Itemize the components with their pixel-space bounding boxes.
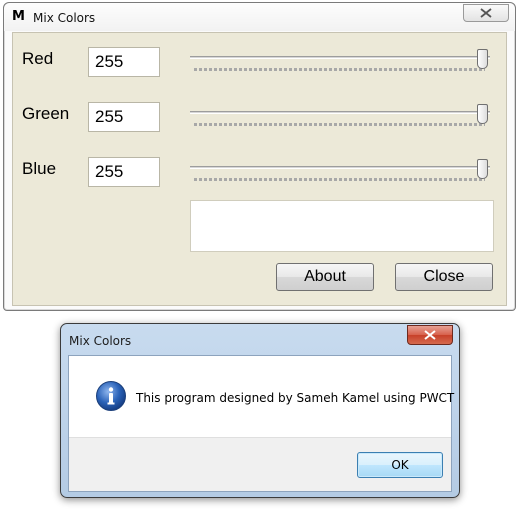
- message-box-body: This program designed by Sameh Kamel usi…: [68, 355, 455, 492]
- green-slider-ticks: [194, 123, 485, 126]
- client-area: Red 255 Green 255 Blue 255 About Close: [12, 32, 507, 306]
- red-slider-thumb[interactable]: [477, 49, 488, 69]
- blue-slider-ticks: [194, 178, 485, 181]
- red-value-field[interactable]: 255: [88, 47, 160, 77]
- green-value-field[interactable]: 255: [88, 102, 160, 132]
- red-slider-ticks: [194, 68, 485, 71]
- message-box: Mix Colors This program designed by Same…: [60, 323, 460, 498]
- close-button[interactable]: Close: [395, 263, 493, 291]
- message-text: This program designed by Sameh Kamel usi…: [136, 391, 455, 405]
- blue-slider-track: [190, 166, 490, 169]
- main-title-bar[interactable]: M Mix Colors: [4, 3, 515, 31]
- green-label: Green: [22, 104, 70, 123]
- info-icon: [96, 381, 126, 411]
- red-slider-track: [190, 56, 490, 59]
- green-slider-thumb[interactable]: [477, 104, 488, 124]
- red-slider[interactable]: [190, 49, 490, 79]
- about-button[interactable]: About: [276, 263, 374, 291]
- blue-value-field[interactable]: 255: [88, 157, 160, 187]
- green-slider-track: [190, 111, 490, 114]
- app-icon: M: [12, 9, 25, 24]
- message-box-footer: OK: [69, 437, 451, 491]
- close-icon: [480, 8, 492, 18]
- blue-slider-thumb[interactable]: [477, 159, 488, 179]
- red-label: Red: [22, 49, 54, 68]
- color-preview: [190, 200, 494, 252]
- message-box-title: Mix Colors: [69, 334, 132, 348]
- blue-slider[interactable]: [190, 159, 490, 189]
- window-close-button[interactable]: [463, 4, 509, 22]
- message-box-close-button[interactable]: [407, 325, 453, 345]
- blue-label: Blue: [22, 159, 57, 178]
- close-icon: [424, 330, 436, 340]
- green-slider[interactable]: [190, 104, 490, 134]
- main-window: M Mix Colors Red 255 Green 255 Blue 255: [3, 2, 516, 311]
- ok-button[interactable]: OK: [357, 452, 443, 478]
- window-title: Mix Colors: [33, 11, 96, 25]
